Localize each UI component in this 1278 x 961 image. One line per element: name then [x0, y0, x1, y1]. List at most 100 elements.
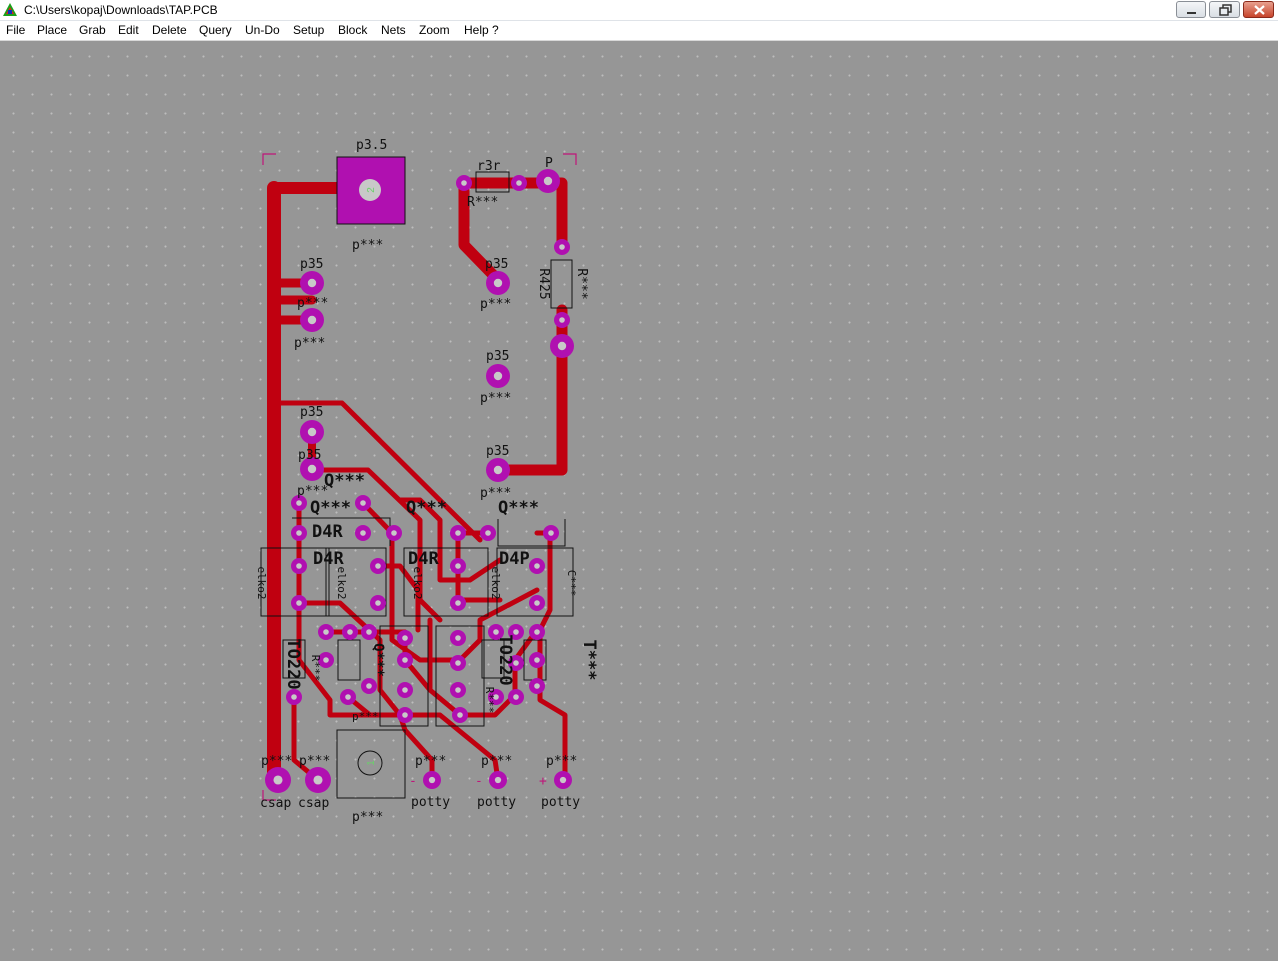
- label-q-ref: Q***: [406, 498, 447, 518]
- pad-hole: [455, 660, 461, 666]
- label-p-ref: p***: [297, 296, 328, 311]
- pad-hole: [313, 775, 323, 785]
- label-p-ref: p***: [352, 238, 383, 253]
- pad-hole: [493, 465, 503, 475]
- label-potty: potty: [541, 795, 580, 810]
- minimize-button[interactable]: [1176, 1, 1206, 18]
- label-elko2: elko2: [335, 566, 348, 599]
- label-p-ref: p***: [415, 754, 446, 769]
- pad-hole: [402, 687, 408, 693]
- pad-hole: [391, 530, 397, 536]
- pad-hole: [485, 530, 491, 536]
- menu-edit[interactable]: Edit: [118, 23, 139, 38]
- pad-hole: [323, 657, 329, 663]
- label-p-ref: p***: [261, 754, 292, 769]
- label-q-ref: Q***: [310, 498, 351, 518]
- pad-hole: [402, 657, 408, 663]
- pad-hole: [493, 371, 503, 381]
- label-p-ref: p***: [294, 336, 325, 351]
- close-icon: [1254, 5, 1265, 15]
- menu-grab[interactable]: Grab: [79, 23, 106, 38]
- silkscreen-labels: p3.5 p*** p35 p*** p*** p35 p35 p*** r3r…: [255, 138, 599, 825]
- label-to220: TO220: [283, 638, 303, 689]
- pad-hole: [455, 530, 461, 536]
- label-p-ref: p***: [480, 391, 511, 406]
- label-r425: R425: [536, 268, 551, 299]
- label-p-ref: p***: [480, 297, 511, 312]
- maximize-button[interactable]: [1209, 1, 1240, 18]
- pcb-canvas[interactable]: 2 p3.5 p*** p35 p*** p*** p35 p35 p*** r…: [0, 41, 1278, 961]
- pad-hole: [461, 180, 467, 186]
- label-p-ref: p***: [481, 754, 512, 769]
- pad-hole: [534, 563, 540, 569]
- pad-hole: [307, 464, 317, 474]
- menu-setup[interactable]: Setup: [293, 23, 324, 38]
- pad-hole: [534, 657, 540, 663]
- label-minus-sign: -: [409, 774, 417, 789]
- pad-hole: [296, 563, 302, 569]
- pad-hole: [273, 775, 283, 785]
- pad-hole: [307, 315, 317, 325]
- label-r-ref: R***: [467, 195, 498, 210]
- pad-hole: [296, 500, 302, 506]
- label-potty: potty: [477, 795, 516, 810]
- label-r-ref: R***: [483, 687, 496, 714]
- pad-hole: [307, 427, 317, 437]
- label-p35: p35: [485, 257, 508, 272]
- pad-hole: [402, 712, 408, 718]
- label-p35: p35: [486, 444, 509, 459]
- label-q-ref: Q***: [370, 643, 386, 677]
- label-p35: p35: [486, 349, 509, 364]
- pad-hole: [291, 694, 297, 700]
- label-elko2: elko2: [255, 566, 268, 599]
- menu-undo[interactable]: Un-Do: [245, 23, 280, 38]
- pad-hole: [493, 278, 503, 288]
- label-p-ref: p***: [546, 754, 577, 769]
- label-r-ref: R***: [574, 268, 589, 299]
- pad-hole: [428, 776, 436, 784]
- label-p-ref: p***: [352, 710, 379, 723]
- window-title: C:\Users\kopaj\Downloads\TAP.PCB: [24, 3, 218, 17]
- menu-zoom[interactable]: Zoom: [419, 23, 450, 38]
- label-p-ref: p***: [299, 754, 330, 769]
- pad-hole: [402, 635, 408, 641]
- menu-nets[interactable]: Nets: [381, 23, 406, 38]
- label-p: P: [545, 156, 553, 171]
- menu-file[interactable]: File: [6, 23, 25, 38]
- label-p35: p35: [300, 405, 323, 420]
- label-d4r: D4R: [312, 522, 343, 542]
- label-csap: csap: [260, 796, 291, 811]
- pad-hole: [559, 317, 565, 323]
- menu-block[interactable]: Block: [338, 23, 367, 38]
- close-button[interactable]: [1243, 1, 1274, 18]
- pad-square-p35[interactable]: 2: [336, 156, 406, 225]
- label-p35: p35: [298, 448, 321, 463]
- label-p35-top: p3.5: [356, 138, 387, 153]
- pcb-board[interactable]: 2 p3.5 p*** p35 p*** p*** p35 p35 p*** r…: [0, 41, 1278, 961]
- pad-hole: [455, 563, 461, 569]
- menu-place[interactable]: Place: [37, 23, 67, 38]
- pad-hole: [360, 530, 366, 536]
- label-potty: potty: [411, 795, 450, 810]
- pad-hole: [307, 278, 317, 288]
- pad-hole: [345, 694, 351, 700]
- pad-hole: [534, 629, 540, 635]
- pad-number-label: 2: [366, 187, 377, 193]
- menu-query[interactable]: Query: [199, 23, 232, 38]
- menu-help[interactable]: Help ?: [464, 23, 499, 38]
- pad-hole: [559, 244, 565, 250]
- minimize-icon: [1187, 12, 1196, 14]
- pad-hole: [457, 712, 463, 718]
- pad-hole: [375, 563, 381, 569]
- menu-bar: File Place Grab Edit Delete Query Un-Do …: [0, 21, 1278, 41]
- label-p35: p35: [300, 257, 323, 272]
- pad-hole: [543, 176, 553, 186]
- label-q-ref: Q***: [498, 498, 539, 518]
- pad-hole: [366, 683, 372, 689]
- pcb-app-icon: [3, 3, 17, 16]
- label-elko2: elko2: [489, 566, 502, 599]
- restore-icon: [1219, 4, 1232, 16]
- menu-delete[interactable]: Delete: [152, 23, 187, 38]
- pad-hole: [455, 600, 461, 606]
- pad-hole: [557, 341, 567, 351]
